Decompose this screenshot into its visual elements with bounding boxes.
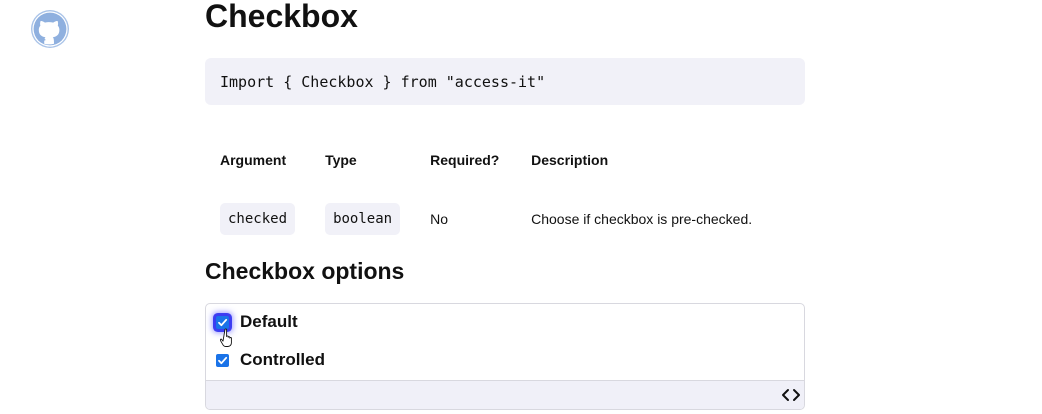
required-cell: No <box>430 211 449 227</box>
argument-cell: checked <box>205 175 325 241</box>
column-header-description: Description <box>531 152 609 168</box>
argument-code: checked <box>220 203 296 235</box>
type-code: boolean <box>325 203 401 235</box>
checkmark-icon <box>218 356 228 364</box>
checkbox-option-controlled[interactable]: Controlled <box>216 350 325 370</box>
type-cell: boolean <box>325 175 430 241</box>
default-checkbox[interactable] <box>216 315 229 329</box>
table-row: checked boolean No Choose if checkbox is… <box>205 175 805 241</box>
show-code-button[interactable] <box>780 384 802 406</box>
checkbox-demo-panel: Default Controlled <box>205 303 805 410</box>
section-title-checkbox-options: Checkbox options <box>205 258 405 284</box>
controlled-checkbox[interactable] <box>216 353 229 367</box>
import-statement: Import { Checkbox } from "access-it" <box>220 72 546 91</box>
import-code-block: Import { Checkbox } from "access-it" <box>205 58 805 105</box>
github-link[interactable] <box>30 9 70 49</box>
github-icon <box>31 10 69 48</box>
table-header-row: Argument Type Required? Description <box>205 145 805 175</box>
props-table: Argument Type Required? Description chec… <box>205 145 805 241</box>
description-cell: Choose if checkbox is pre-checked. <box>531 211 753 227</box>
demo-footer-bar <box>206 380 804 409</box>
checkbox-option-default[interactable]: Default <box>216 312 298 332</box>
page-title: Checkbox <box>205 0 358 34</box>
column-header-argument: Argument <box>220 152 287 168</box>
column-header-type: Type <box>325 152 357 168</box>
checkmark-icon <box>218 318 228 326</box>
code-brackets-icon <box>782 389 800 401</box>
column-header-required: Required? <box>430 152 500 168</box>
default-checkbox-label: Default <box>240 312 298 331</box>
controlled-checkbox-label: Controlled <box>240 350 325 369</box>
